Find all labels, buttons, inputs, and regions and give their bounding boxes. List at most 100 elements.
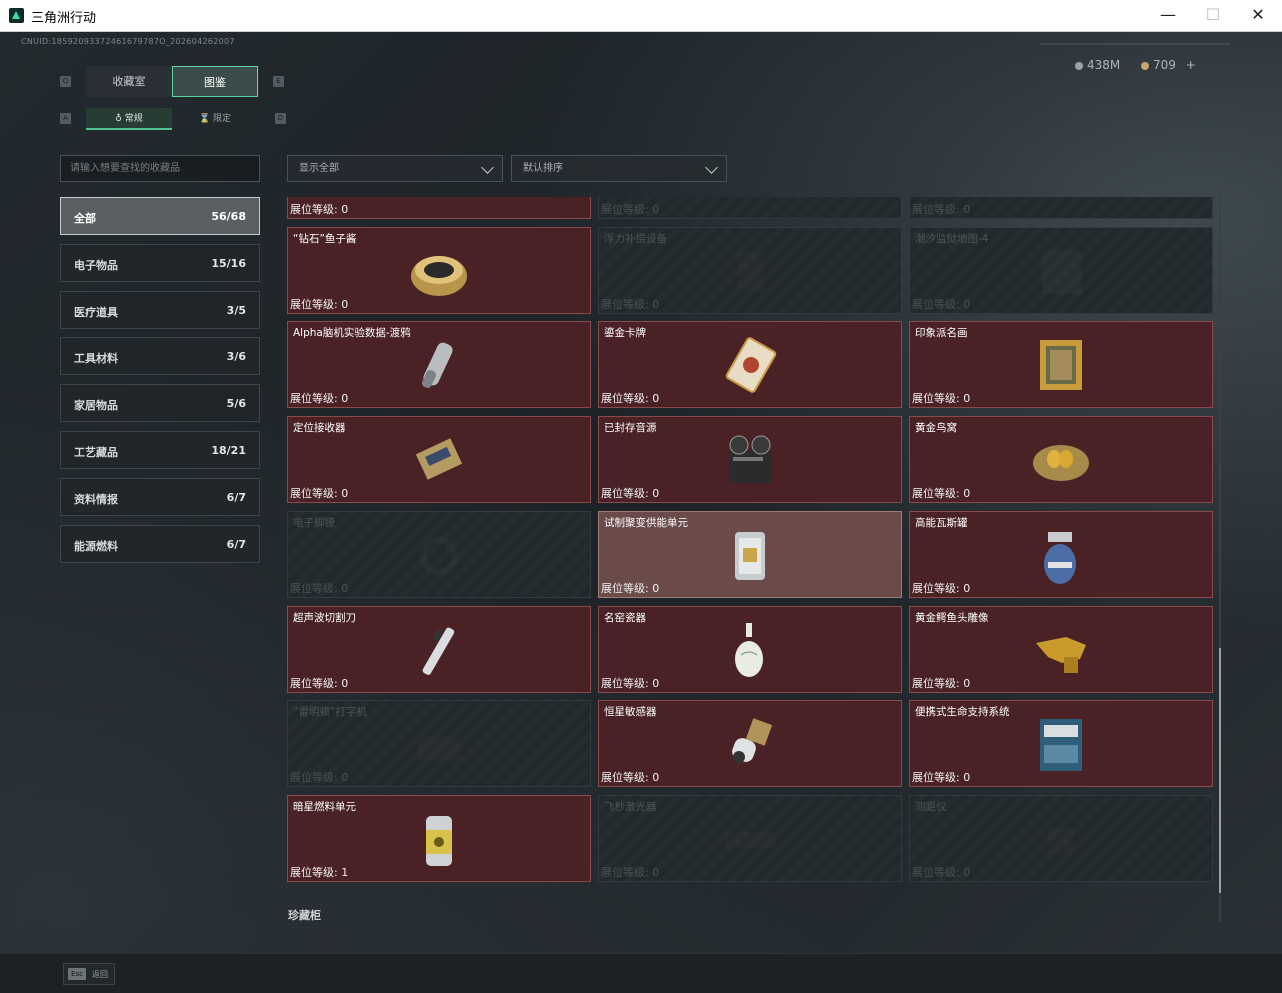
bottom-bar: Esc 返回 [0, 953, 1282, 993]
category-item[interactable]: 电子物品 15/16 [60, 243, 260, 282]
category-item[interactable]: 医疗道具 3/5 [60, 290, 260, 329]
card-name: Alpha脑机实验数据-渡鸦 [293, 327, 411, 340]
collection-card[interactable]: 超声波切割刀 展位等级: 0 [287, 605, 591, 693]
category-label: 工艺藏品 [74, 446, 118, 459]
collection-card[interactable]: 定位接收器 展位等级: 0 [287, 416, 591, 504]
card-level: 展位等级: 0 [601, 392, 660, 406]
maximize-button[interactable]: ☐ [1190, 0, 1236, 31]
subtab-limited[interactable]: ⌛ 限定 [172, 108, 258, 130]
add-currency-button[interactable]: + [1186, 58, 1196, 72]
category-item[interactable]: 能源燃料 6/7 [60, 524, 260, 563]
collection-card[interactable]: 浮力补偿设备 展位等级: 0 [598, 226, 902, 314]
category-count: 56/68 [211, 210, 246, 223]
tab-next-key: E [273, 76, 284, 87]
card-name: 便携式生命支持系统 [915, 706, 1010, 719]
currency-silver: 438M [1075, 58, 1120, 72]
category-count: 3/6 [226, 350, 246, 364]
collection-card[interactable]: “钻石”鱼子酱 展位等级: 0 [287, 226, 591, 314]
minimize-button[interactable]: — [1145, 0, 1191, 31]
collection-card[interactable]: 印象派名画展位等级: 0 [909, 321, 1213, 409]
gilded-card-icon [715, 336, 785, 396]
collection-card[interactable]: 展位等级: 0 [287, 197, 591, 219]
collection-card[interactable]: 测距仪 展位等级: 0 [909, 794, 1213, 882]
collection-card[interactable]: 高能瓦斯罐 展位等级: 0 [909, 510, 1213, 598]
category-item[interactable]: 资料情报 6/7 [60, 477, 260, 516]
laser-icon [715, 810, 785, 870]
tab-collection-room[interactable]: 收藏室 [86, 66, 172, 97]
tab-catalog[interactable]: 图鉴 [172, 66, 258, 97]
collection-card[interactable]: 试制聚变供能单元 展位等级: 0 [598, 510, 902, 598]
collection-card[interactable]: 鎏金卡牌 展位等级: 0 [598, 321, 902, 409]
card-level: 展位等级: 0 [290, 392, 349, 406]
collection-card[interactable]: 便携式生命支持系统 展位等级: 0 [909, 700, 1213, 788]
collection-card[interactable]: Alpha脑机实验数据-渡鸦 展位等级: 0 [287, 321, 591, 409]
rangefinder-icon [1026, 810, 1096, 870]
collection-card[interactable]: 飞秒激光器 展位等级: 0 [598, 794, 902, 882]
search-input[interactable] [61, 156, 250, 181]
subtab-limited-label: 限定 [213, 114, 232, 124]
subtab-regular[interactable]: ♁ 常规 [86, 108, 172, 130]
collection-card[interactable]: 名窑瓷器展位等级: 0 [598, 605, 902, 693]
collection-card[interactable]: 恒星敏感器 展位等级: 0 [598, 700, 902, 788]
card-name: 名窑瓷器 [604, 611, 646, 624]
collection-card[interactable]: 潮汐监狱地图-4 展位等级: 0 [909, 226, 1213, 314]
category-count: 5/6 [226, 397, 246, 411]
category-item[interactable]: 家居物品 5/6 [60, 384, 260, 423]
display-filter-value: 显示全部 [299, 163, 339, 174]
collection-card[interactable]: 黄金鸟窝 展位等级: 0 [909, 416, 1213, 504]
gold-croc-icon [1026, 621, 1096, 681]
back-button[interactable]: Esc 返回 [63, 963, 115, 985]
category-count: 3/5 [226, 303, 246, 317]
collection-card[interactable]: 黄金鳄鱼头雕像 展位等级: 0 [909, 605, 1213, 693]
collection-card[interactable]: “雷明顿”打字机 展位等级: 0 [287, 700, 591, 788]
collection-card[interactable]: 展位等级: 0 [909, 197, 1213, 219]
card-level: 展位等级: 0 [912, 771, 971, 785]
currency-gold: 709 + [1141, 58, 1196, 72]
search-box [60, 155, 260, 182]
display-filter-dropdown[interactable]: 显示全部 [287, 155, 503, 182]
close-button[interactable]: ✕ [1235, 0, 1281, 31]
subtab-next-key: D [275, 113, 286, 124]
card-level: 展位等级: 1 [290, 865, 349, 879]
card-level: 展位等级: 0 [912, 392, 971, 406]
category-item[interactable]: 全部 56/68 [60, 197, 260, 235]
grid-scrollbar-thumb[interactable] [1219, 648, 1221, 893]
collection-card[interactable]: 展位等级: 0 [598, 197, 902, 219]
typewriter-icon [404, 715, 474, 775]
limited-icon: ⌛ [198, 114, 214, 124]
chevron-down-icon [705, 161, 718, 174]
card-level: 展位等级: 0 [290, 487, 349, 501]
category-count: 6/7 [226, 490, 246, 504]
caviar-tin-icon [404, 242, 474, 302]
card-name: 印象派名画 [915, 327, 968, 340]
category-label: 工具材料 [74, 352, 118, 366]
card-name: 高能瓦斯罐 [915, 516, 968, 529]
sort-dropdown[interactable]: 默认排序 [511, 155, 727, 182]
data-cylinder-icon [404, 336, 474, 396]
card-level: 展位等级: 0 [912, 203, 971, 216]
unknown-icon [1026, 197, 1096, 207]
sub-tabs: ♁ 常规 ⌛ 限定 [86, 108, 259, 130]
collection-card[interactable]: 电子脚镣 展位等级: 0 [287, 510, 591, 598]
card-name: “钻石”鱼子酱 [293, 232, 357, 245]
silver-coin-icon [1075, 62, 1083, 70]
card-level: 展位等级: 0 [601, 487, 660, 501]
fuel-cell-icon [404, 810, 474, 870]
collection-card[interactable]: 暗星燃料单元 展位等级: 1 [287, 794, 591, 882]
card-name: 已封存音源 [604, 422, 657, 435]
header-divider [1040, 43, 1230, 45]
card-name: 浮力补偿设备 [604, 232, 667, 245]
category-item[interactable]: 工具材料 3/6 [60, 337, 260, 376]
esc-key: Esc [68, 968, 86, 980]
category-label: 电子物品 [74, 258, 118, 272]
category-count: 15/16 [211, 256, 246, 270]
app-logo-icon [9, 8, 24, 23]
card-name: 恒星敏感器 [604, 706, 657, 719]
card-level: 展位等级: 0 [601, 297, 660, 311]
collection-card[interactable]: 已封存音源展位等级: 0 [598, 416, 902, 504]
category-item[interactable]: 工艺藏品 18/21 [60, 431, 260, 469]
card-level: 展位等级: 0 [601, 676, 660, 690]
life-support-icon [1026, 715, 1096, 775]
porcelain-vase-icon [715, 621, 785, 681]
category-count: 6/7 [226, 537, 246, 551]
